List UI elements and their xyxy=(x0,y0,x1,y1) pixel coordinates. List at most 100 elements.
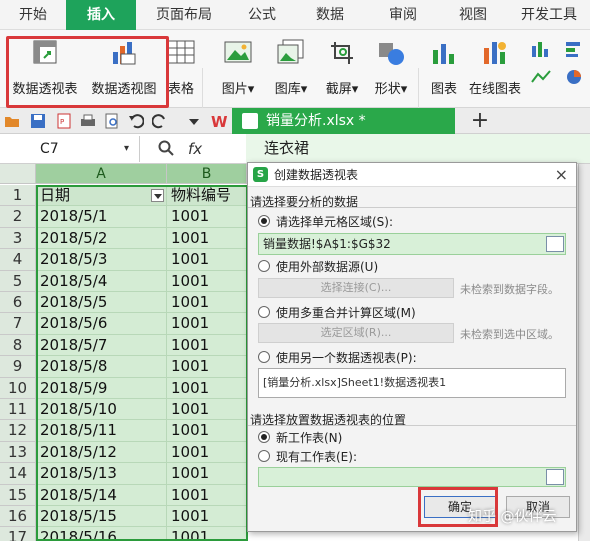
row-header[interactable]: 4 xyxy=(0,249,36,271)
cell-date[interactable]: 2018/5/14 xyxy=(36,484,167,506)
row-header[interactable]: 17 xyxy=(0,527,36,541)
cell-material[interactable]: 1001 xyxy=(167,206,247,228)
print-icon[interactable] xyxy=(80,113,96,129)
row-header[interactable]: 9 xyxy=(0,356,36,378)
cell-material[interactable]: 1001 xyxy=(167,313,247,335)
row-header[interactable]: 8 xyxy=(0,334,36,357)
bar-chart-small-icon[interactable] xyxy=(564,40,586,58)
cell-date[interactable]: 2018/5/11 xyxy=(36,420,167,442)
file-tab[interactable]: 销量分析.xlsx * xyxy=(232,108,455,134)
cell-date[interactable]: 2018/5/15 xyxy=(36,506,167,528)
cell-material[interactable]: 1001 xyxy=(167,377,247,399)
screenshot-button[interactable]: 截屏▾ xyxy=(318,36,366,102)
radio-existing-sheet[interactable] xyxy=(258,450,270,462)
name-box[interactable]: C7 ▾ xyxy=(0,136,140,162)
picture-button[interactable]: 图片▾ xyxy=(214,36,262,102)
print-preview-icon[interactable] xyxy=(104,113,120,129)
cell-date[interactable]: 2018/5/2 xyxy=(36,227,167,250)
pie-chart-small-icon[interactable] xyxy=(564,68,586,86)
cell-material[interactable]: 1001 xyxy=(167,227,247,250)
customize-dropdown-icon[interactable] xyxy=(186,113,202,129)
row-header[interactable]: 15 xyxy=(0,484,36,506)
select-all-corner[interactable] xyxy=(0,164,36,184)
new-tab-button[interactable]: + xyxy=(469,108,491,134)
gallery-button[interactable]: 图库▾ xyxy=(266,36,316,102)
cell-date[interactable]: 2018/5/5 xyxy=(36,292,167,314)
radio-new-sheet[interactable] xyxy=(258,431,270,443)
cell-material[interactable]: 1001 xyxy=(167,441,247,464)
cell-date[interactable]: 2018/5/7 xyxy=(36,334,167,357)
filter-dropdown-icon[interactable] xyxy=(151,189,164,202)
row-header[interactable]: 3 xyxy=(0,227,36,250)
row-header[interactable]: 10 xyxy=(0,377,36,399)
tab-page-layout[interactable]: 页面布局 xyxy=(136,0,232,30)
cell-date[interactable]: 2018/5/3 xyxy=(36,249,167,271)
row-header[interactable]: 7 xyxy=(0,313,36,335)
header-cell-date[interactable]: 日期 xyxy=(36,185,167,207)
row-header[interactable]: 12 xyxy=(0,420,36,442)
row-header[interactable]: 13 xyxy=(0,441,36,464)
table-button[interactable]: 表格 xyxy=(164,36,198,102)
tab-formulas[interactable]: 公式 xyxy=(232,0,292,30)
cell-date[interactable]: 2018/5/9 xyxy=(36,377,167,399)
column-header-a[interactable]: A xyxy=(36,164,167,184)
zoom-search-icon[interactable] xyxy=(158,140,174,156)
cell-date[interactable]: 2018/5/1 xyxy=(36,206,167,228)
header-cell-material[interactable]: 物料编号 xyxy=(167,185,247,207)
cell-range-input[interactable]: 销量数据!$A$1:$G$32 xyxy=(258,233,566,255)
name-box-dropdown-icon[interactable]: ▾ xyxy=(124,136,129,162)
tab-view[interactable]: 视图 xyxy=(438,0,508,30)
row-header[interactable]: 5 xyxy=(0,270,36,292)
column-chart-small-icon[interactable] xyxy=(530,40,552,58)
shape-button[interactable]: 形状▾ xyxy=(368,36,414,102)
cell-material[interactable]: 1001 xyxy=(167,249,247,271)
radio-another-pivot[interactable] xyxy=(258,351,270,363)
column-header-b[interactable]: B xyxy=(167,164,247,184)
existing-sheet-input[interactable] xyxy=(258,467,566,487)
export-pdf-icon[interactable]: P xyxy=(56,113,72,129)
tab-review[interactable]: 审阅 xyxy=(368,0,438,30)
chart-button[interactable]: 图表 xyxy=(424,36,464,102)
online-chart-button[interactable]: 在线图表 xyxy=(466,36,524,102)
row-header[interactable]: 2 xyxy=(0,206,36,228)
cell-date[interactable]: 2018/5/6 xyxy=(36,313,167,335)
undo-icon[interactable] xyxy=(128,113,145,129)
cell-material[interactable]: 1001 xyxy=(167,484,247,506)
row-header[interactable]: 6 xyxy=(0,292,36,314)
tab-developer[interactable]: 开发工具 xyxy=(508,0,590,30)
radio-external-source[interactable] xyxy=(258,260,270,272)
location-picker-icon[interactable] xyxy=(546,469,564,485)
cell-material[interactable]: 1001 xyxy=(167,420,247,442)
cell-date[interactable]: 2018/5/4 xyxy=(36,270,167,292)
cell-material[interactable]: 1001 xyxy=(167,506,247,528)
row-header[interactable]: 16 xyxy=(0,506,36,528)
close-icon[interactable]: × xyxy=(555,163,568,187)
vertical-scrollbar[interactable] xyxy=(578,164,590,541)
line-chart-small-icon[interactable] xyxy=(530,68,552,86)
tab-home[interactable]: 开始 xyxy=(0,0,66,30)
row-header[interactable]: 11 xyxy=(0,399,36,421)
cell-date[interactable]: 2018/5/8 xyxy=(36,356,167,378)
open-folder-icon[interactable] xyxy=(4,113,20,129)
cell-material[interactable]: 1001 xyxy=(167,292,247,314)
cell-material[interactable]: 1001 xyxy=(167,399,247,421)
redo-icon[interactable] xyxy=(151,113,168,129)
row-header[interactable]: 1 xyxy=(0,185,36,207)
cell-material[interactable]: 1001 xyxy=(167,356,247,378)
cell-material[interactable]: 1001 xyxy=(167,334,247,357)
pivot-list[interactable]: [销量分析.xlsx]Sheet1!数据透视表1 xyxy=(258,368,566,398)
cell-date[interactable]: 2018/5/16 xyxy=(36,527,167,541)
cell-material[interactable]: 1001 xyxy=(167,463,247,485)
cell-material[interactable]: 1001 xyxy=(167,270,247,292)
cell-date[interactable]: 2018/5/12 xyxy=(36,441,167,464)
fx-icon[interactable]: fx xyxy=(188,136,202,162)
cell-date[interactable]: 2018/5/13 xyxy=(36,463,167,485)
range-picker-icon[interactable] xyxy=(546,236,564,252)
tab-insert[interactable]: 插入 xyxy=(66,0,136,30)
cell-date[interactable]: 2018/5/10 xyxy=(36,399,167,421)
formula-input[interactable]: 连衣裙 xyxy=(246,134,590,163)
radio-consolidate[interactable] xyxy=(258,306,270,318)
radio-cell-range[interactable] xyxy=(258,215,270,227)
row-header[interactable]: 14 xyxy=(0,463,36,485)
cell-material[interactable]: 1001 xyxy=(167,527,247,541)
